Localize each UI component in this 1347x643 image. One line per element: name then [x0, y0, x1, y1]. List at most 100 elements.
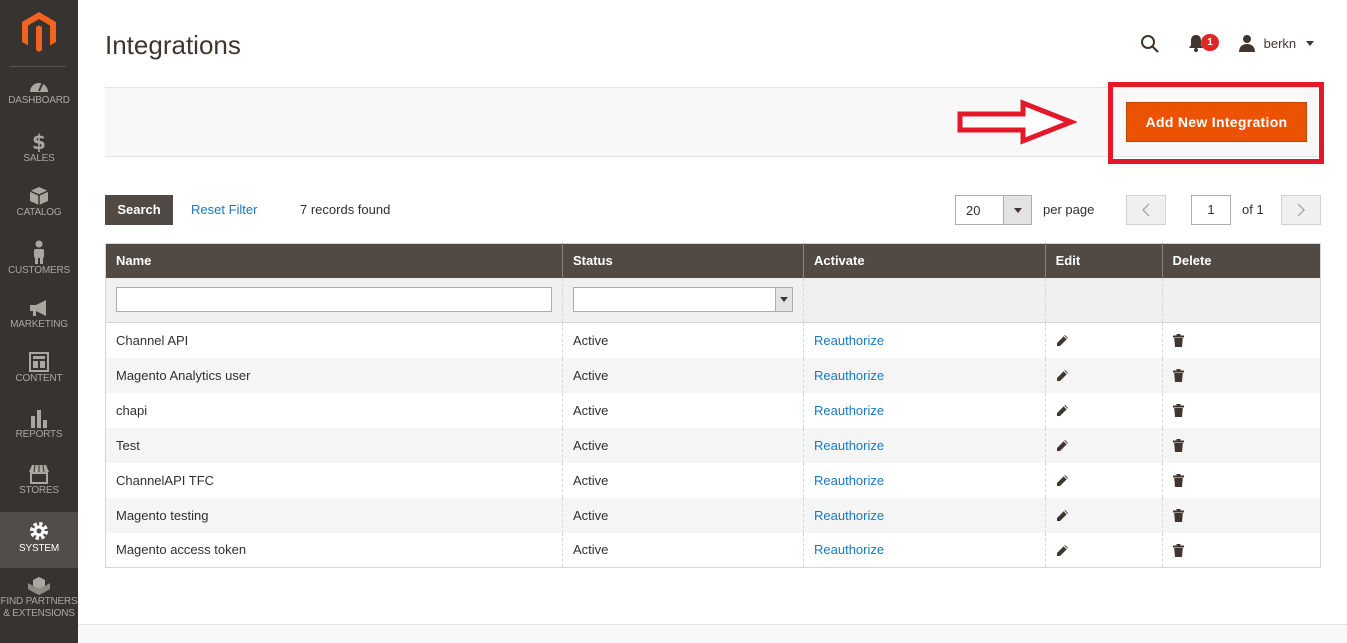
column-header-delete: Delete [1162, 243, 1321, 278]
chevron-down-icon [1003, 196, 1031, 224]
trash-icon[interactable] [1172, 439, 1184, 455]
page-total: of 1 [1242, 202, 1264, 217]
pencil-icon[interactable] [1056, 474, 1069, 490]
filter-cell [803, 277, 1046, 323]
filter-cell [105, 277, 563, 323]
user-avatar-icon [1239, 35, 1255, 52]
pencil-icon[interactable] [1056, 509, 1069, 525]
integrations-grid: Name Status Activate Edit Delete Channel… [105, 243, 1321, 568]
chevron-right-icon [1297, 203, 1306, 217]
reauthorize-link[interactable]: Reauthorize [814, 368, 884, 383]
reset-filter-link[interactable]: Reset Filter [191, 202, 257, 217]
trash-icon[interactable] [1172, 404, 1184, 420]
trash-icon[interactable] [1172, 334, 1184, 350]
edit-cell [1045, 532, 1163, 568]
nav-dashboard[interactable]: DASHBOARD [0, 76, 78, 132]
dollar-icon: $ [32, 130, 46, 152]
grid-header-row: Name Status Activate Edit Delete [105, 243, 1321, 278]
pencil-icon[interactable] [1056, 544, 1069, 560]
per-page-select[interactable]: 20 [955, 195, 1032, 225]
column-header-edit: Edit [1045, 243, 1163, 278]
table-row[interactable]: chapi Active Reauthorize [105, 392, 1321, 428]
nav-label: SYSTEM [19, 543, 59, 554]
edit-cell [1045, 462, 1163, 498]
add-new-integration-button[interactable]: Add New Integration [1126, 102, 1307, 142]
chevron-left-icon [1141, 203, 1150, 217]
filter-cell [1162, 277, 1321, 323]
previous-page-button[interactable] [1126, 195, 1166, 225]
reauthorize-link[interactable]: Reauthorize [814, 333, 884, 348]
trash-icon[interactable] [1172, 543, 1184, 560]
reauthorize-link[interactable]: Reauthorize [814, 438, 884, 453]
integration-status: Active [562, 322, 804, 358]
pencil-icon[interactable] [1056, 334, 1069, 350]
nav-label: CONTENT [15, 373, 63, 384]
nav-label: CATALOG [16, 207, 62, 218]
table-row[interactable]: Magento access token Active Reauthorize [105, 532, 1321, 568]
column-header-status[interactable]: Status [562, 243, 804, 278]
nav-marketing[interactable]: MARKETING [0, 298, 78, 354]
pencil-icon[interactable] [1056, 369, 1069, 385]
nav-find-partners[interactable]: FIND PARTNERS & EXTENSIONS [0, 576, 78, 636]
delete-cell [1162, 497, 1321, 533]
reauthorize-link[interactable]: Reauthorize [814, 508, 884, 523]
reauthorize-link[interactable]: Reauthorize [814, 473, 884, 488]
integration-status: Active [562, 392, 804, 428]
nav-label: CUSTOMERS [8, 265, 70, 276]
chevron-down-icon [1305, 40, 1314, 46]
activate-cell: Reauthorize [803, 322, 1046, 358]
activate-cell: Reauthorize [803, 392, 1046, 428]
table-row[interactable]: Test Active Reauthorize [105, 427, 1321, 463]
person-icon [34, 240, 44, 264]
trash-icon[interactable] [1172, 474, 1184, 490]
integration-name: Magento Analytics user [105, 357, 563, 393]
integration-status: Active [562, 497, 804, 533]
pencil-icon[interactable] [1056, 404, 1069, 420]
magento-logo[interactable] [22, 12, 56, 52]
records-count: 7 records found [300, 202, 391, 217]
nav-sales[interactable]: $ SALES [0, 130, 78, 186]
table-row[interactable]: ChannelAPI TFC Active Reauthorize [105, 462, 1321, 498]
nav-label: STORES [19, 485, 59, 496]
arrow-annotation-icon [957, 99, 1077, 145]
chevron-down-icon [775, 288, 792, 312]
table-row[interactable]: Magento Analytics user Active Reauthorize [105, 357, 1321, 393]
nav-content[interactable]: CONTENT [0, 352, 78, 408]
grid-body: Channel API Active Reauthorize Magento Anal… [105, 322, 1321, 568]
dashboard-icon [30, 81, 48, 92]
table-row[interactable]: Magento testing Active Reauthorize [105, 497, 1321, 533]
trash-icon[interactable] [1172, 509, 1184, 525]
pencil-icon[interactable] [1056, 439, 1069, 455]
nav-system[interactable]: SYSTEM [0, 512, 78, 568]
cubes-icon [28, 577, 50, 595]
notification-badge[interactable]: 1 [1201, 34, 1219, 51]
column-header-name[interactable]: Name [105, 243, 563, 278]
search-button[interactable]: Search [105, 195, 173, 225]
page-title: Integrations [105, 30, 241, 60]
trash-icon[interactable] [1172, 369, 1184, 385]
nav-reports[interactable]: REPORTS [0, 408, 78, 464]
page-footer [78, 624, 1347, 643]
status-filter-select[interactable] [573, 287, 793, 313]
edit-cell [1045, 427, 1163, 463]
activate-cell: Reauthorize [803, 497, 1046, 533]
page-number-input[interactable]: 1 [1191, 195, 1231, 225]
nav-catalog[interactable]: CATALOG [0, 186, 78, 242]
nav-customers[interactable]: CUSTOMERS [0, 240, 78, 296]
name-filter-input[interactable] [116, 287, 552, 313]
edit-cell [1045, 322, 1163, 358]
edit-cell [1045, 497, 1163, 533]
user-menu[interactable]: berkn [1238, 34, 1314, 52]
integration-status: Active [562, 532, 804, 568]
reauthorize-link[interactable]: Reauthorize [814, 542, 884, 557]
reauthorize-link[interactable]: Reauthorize [814, 403, 884, 418]
table-row[interactable]: Channel API Active Reauthorize [105, 322, 1321, 358]
search-icon[interactable] [1140, 34, 1160, 54]
box-icon [29, 187, 49, 205]
activate-cell: Reauthorize [803, 462, 1046, 498]
nav-label: MARKETING [10, 319, 68, 330]
user-name: berkn [1263, 35, 1297, 51]
nav-label: DASHBOARD [8, 95, 70, 106]
next-page-button[interactable] [1281, 195, 1321, 225]
integration-name: Magento access token [105, 532, 563, 568]
